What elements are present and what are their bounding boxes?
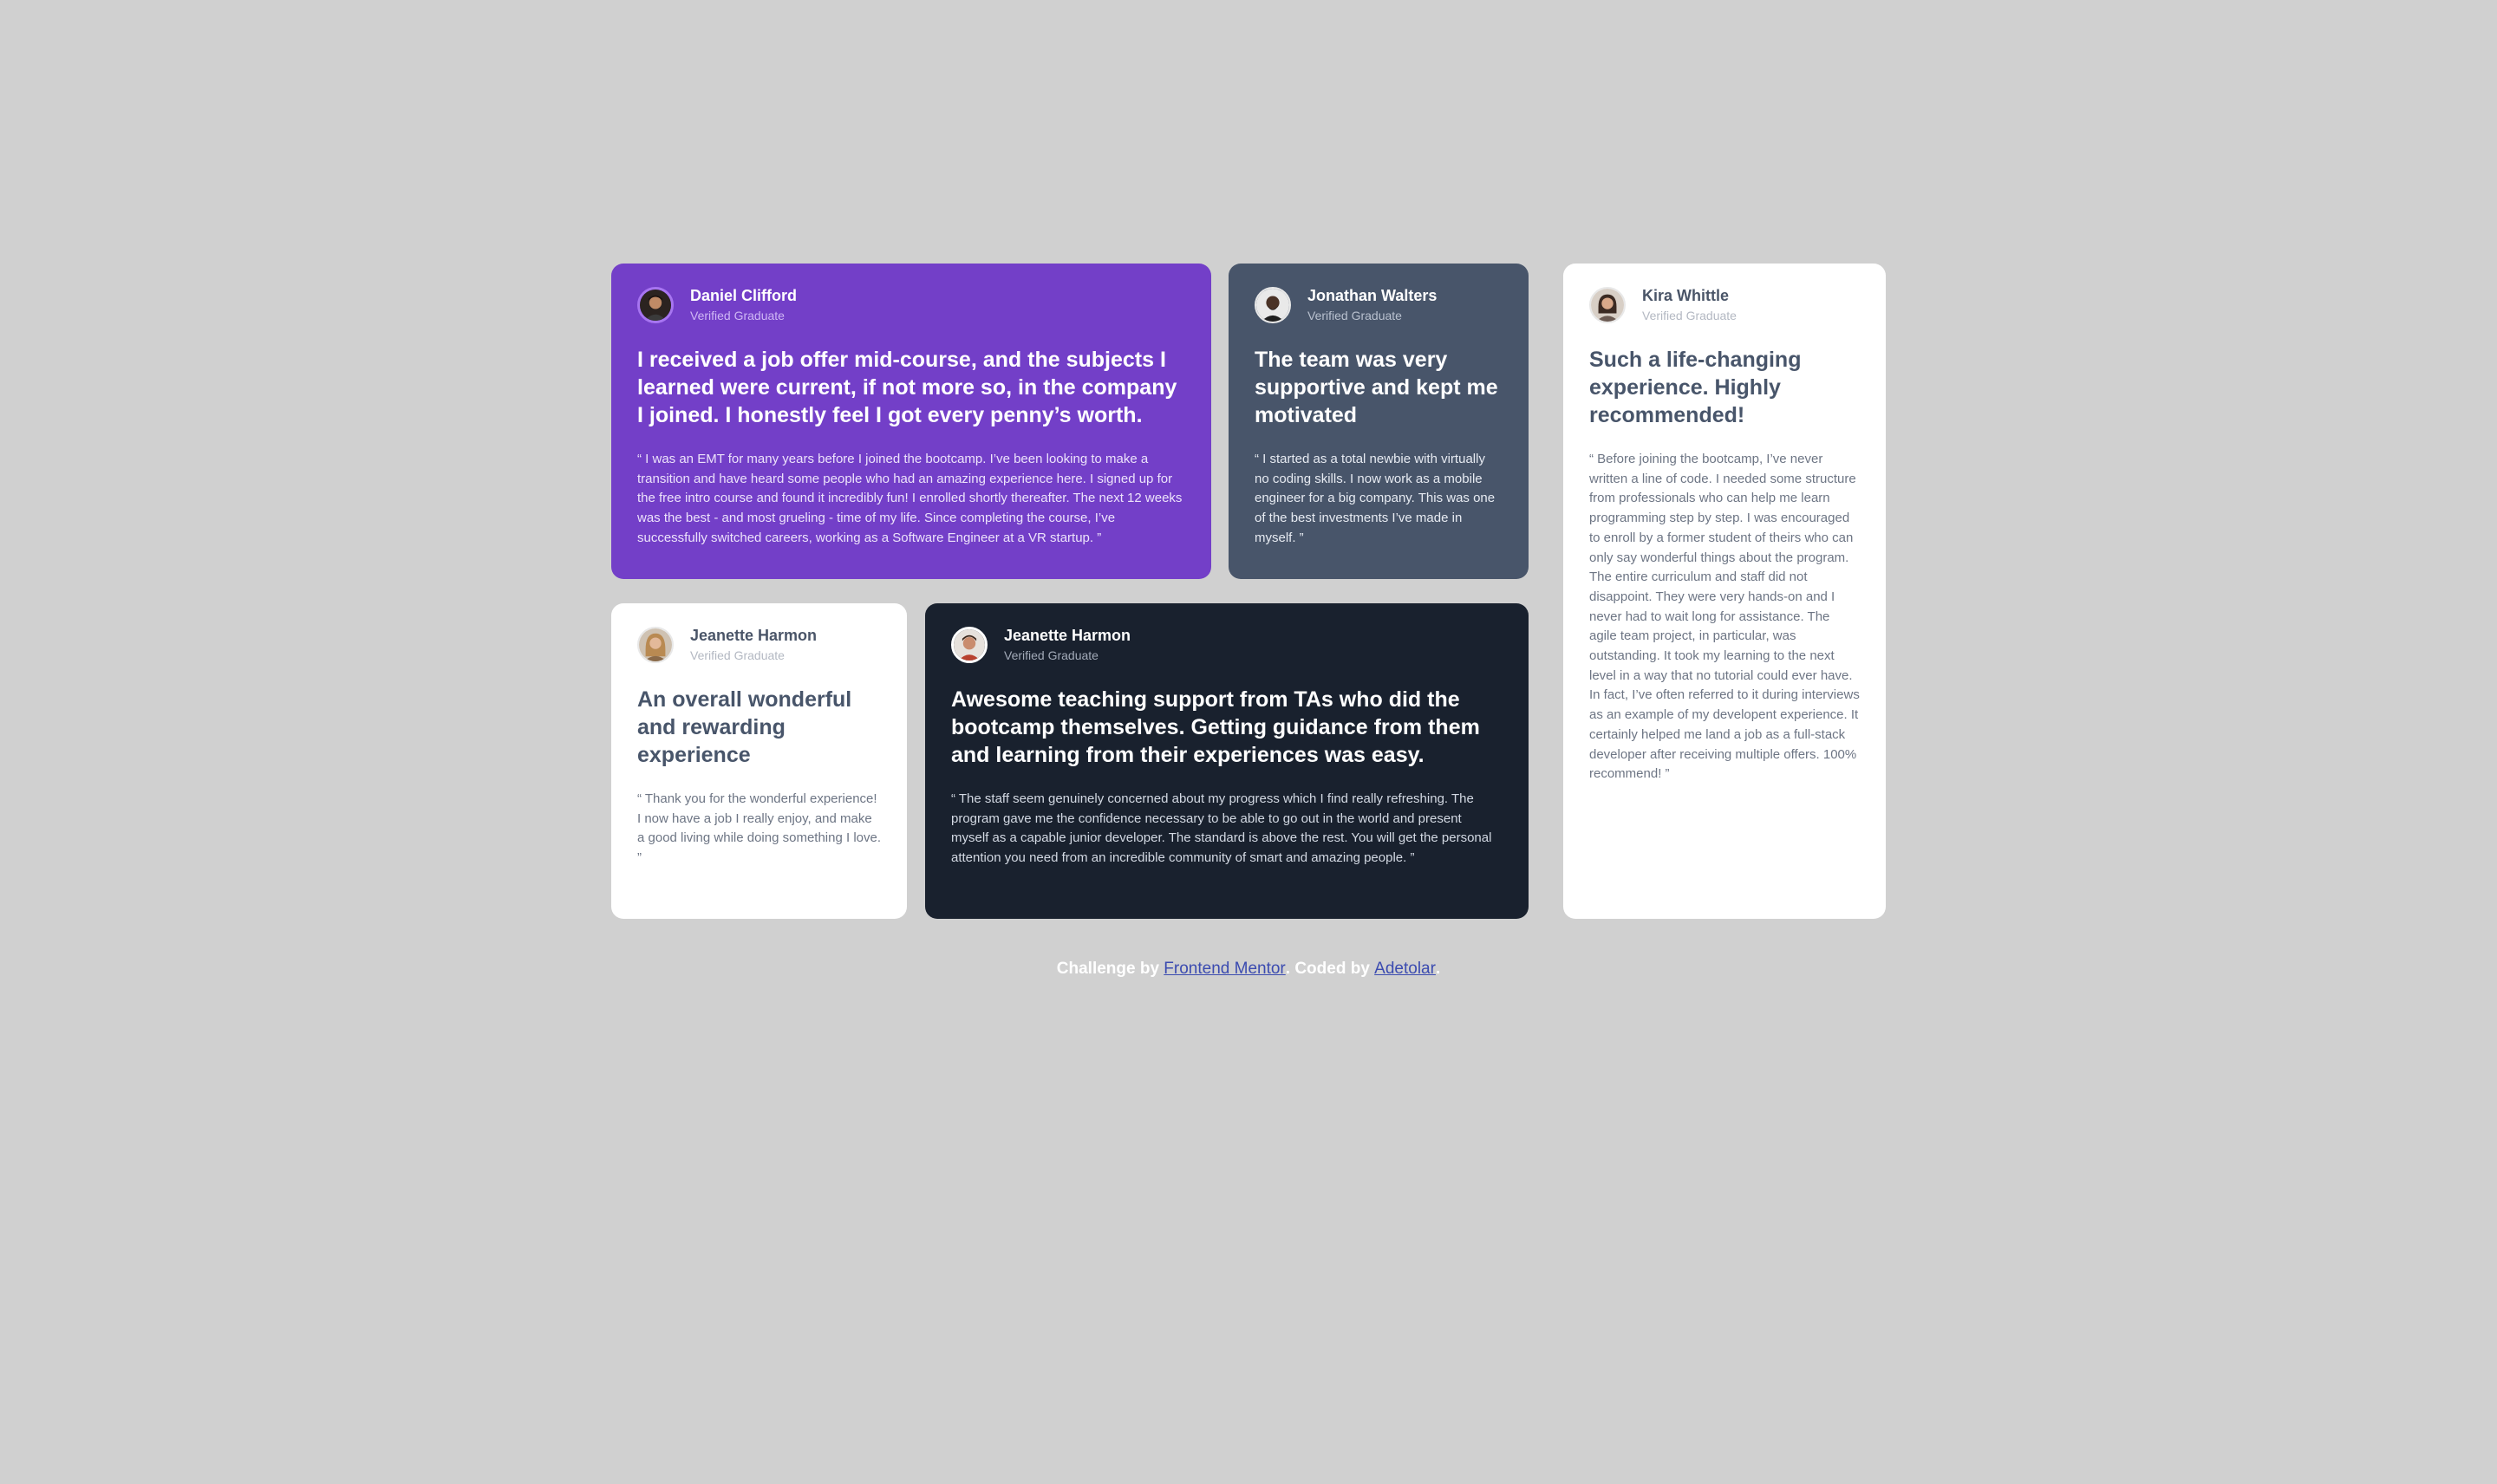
person-name: Jeanette Harmon: [690, 627, 818, 644]
testimonial-card-daniel: Daniel Clifford Verified Graduate I rece…: [611, 264, 1211, 579]
testimonial-quote: “ I was an EMT for many years before I j…: [637, 452, 1183, 545]
person-name: Daniel Clifford: [690, 287, 798, 304]
avatar-jonathan-icon: [1256, 288, 1289, 322]
testimonial-headline: The team was very supportive and kept me…: [1255, 348, 1498, 427]
avatar-daniel-icon: [640, 289, 671, 321]
author-link[interactable]: Adetolar: [1374, 960, 1436, 978]
testimonial-card-patrick: Jeanette Harmon Verified Graduate Awesom…: [925, 603, 1529, 919]
avatar-jeanette-icon: [639, 628, 672, 661]
testimonial-header: Daniel Clifford Verified Graduate: [637, 286, 1185, 323]
testimonial-quote: “ Thank you for the wonderful experience…: [637, 791, 882, 866]
testimonial-quote: “ I started as a total newbie with virtu…: [1255, 452, 1496, 545]
testimonial-header: Jeanette Harmon Verified Graduate: [637, 626, 881, 663]
avatar: [951, 626, 988, 663]
testimonial-quote: “ Before joining the bootcamp, I’ve neve…: [1589, 452, 1860, 782]
person-name: Jeanette Harmon: [1004, 627, 1131, 644]
attribution-middle: . Coded by: [1285, 960, 1370, 978]
attribution-suffix: .: [1435, 960, 1441, 978]
testimonial-headline: Awesome teaching support from TAs who di…: [951, 687, 1480, 767]
verified-status: Verified Graduate: [690, 309, 785, 322]
avatar: [637, 626, 674, 663]
person-name: Jonathan Walters: [1307, 287, 1438, 304]
avatar: [637, 286, 674, 323]
avatar-patrick-icon: [954, 628, 985, 661]
testimonial-headline: An overall wonderful and rewarding exper…: [637, 687, 852, 767]
testimonial-headline: I received a job offer mid-course, and t…: [637, 348, 1177, 427]
attribution: Challenge by Frontend Mentor. Coded by A…: [0, 958, 2497, 980]
frontend-mentor-link[interactable]: Frontend Mentor: [1164, 960, 1285, 978]
testimonial-headline: Such a life-changing experience. Highly …: [1589, 348, 1802, 427]
verified-status: Verified Graduate: [1642, 309, 1737, 322]
avatar-kira-icon: [1591, 288, 1624, 322]
testimonial-quote: “ The staff seem genuinely concerned abo…: [951, 791, 1492, 866]
testimonial-header: Kira Whittle Verified Graduate: [1589, 286, 1860, 323]
avatar: [1589, 286, 1626, 323]
person-name: Kira Whittle: [1642, 287, 1730, 304]
attribution-prefix: Challenge by: [1056, 960, 1160, 978]
testimonial-card-jonathan: Jonathan Walters Verified Graduate The t…: [1229, 264, 1529, 579]
testimonial-header: Jonathan Walters Verified Graduate: [1255, 286, 1503, 323]
verified-status: Verified Graduate: [1004, 648, 1099, 662]
verified-status: Verified Graduate: [690, 648, 785, 662]
verified-status: Verified Graduate: [1307, 309, 1402, 322]
testimonial-card-jeanette: Jeanette Harmon Verified Graduate An ove…: [611, 603, 907, 919]
testimonial-header: Jeanette Harmon Verified Graduate: [951, 626, 1503, 663]
testimonial-card-kira: Kira Whittle Verified Graduate Such a li…: [1563, 264, 1886, 919]
avatar: [1255, 286, 1291, 323]
